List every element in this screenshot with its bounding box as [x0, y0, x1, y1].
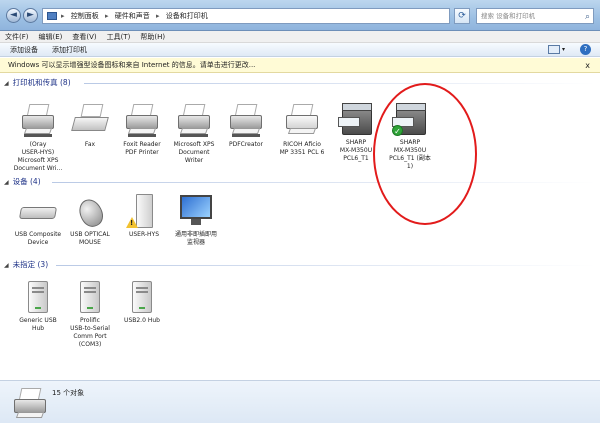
- group-title: 打印机和传真 (8): [12, 78, 71, 87]
- close-icon[interactable]: x: [585, 58, 590, 73]
- collapse-triangle-icon[interactable]: ◢: [4, 78, 9, 90]
- devices-content: ◢ 打印机和传真 (8) (Oray USER-HYS) Microsoft XP…: [0, 73, 600, 380]
- divider: [52, 182, 596, 183]
- usb-hub-icon: [122, 279, 162, 315]
- device-ricoh-aficio[interactable]: RICOH Aficio MP 3351 PCL 6: [274, 103, 330, 157]
- info-bar[interactable]: Windows 可以显示增强型设备图标和来自 Internet 的信息。请单击进…: [0, 58, 600, 73]
- search-placeholder: 搜索 设备和打印机: [481, 12, 536, 20]
- device-microsoft-xps-writer[interactable]: Microsoft XPS Document Writer: [166, 103, 222, 165]
- device-label: USER-HYS: [128, 231, 160, 238]
- device-label: PDFCreator: [228, 141, 264, 148]
- control-panel-icon: [47, 12, 57, 20]
- menu-help[interactable]: 帮助(H): [135, 31, 170, 43]
- device-generic-monitor[interactable]: 通用非即插即用 监视器: [168, 193, 224, 247]
- address-toolbar: ◄ ► ▸ 控制面板 ▸ 硬件和声音 ▸ 设备和打印机 ⟳ 搜索 设备和打印机 …: [0, 0, 600, 31]
- menu-view[interactable]: 查看(V): [67, 31, 101, 43]
- device-usb-composite[interactable]: USB Composite Device: [10, 193, 66, 247]
- device-foxit-pdf-printer[interactable]: Foxit Reader PDF Printer: [114, 103, 170, 157]
- breadcrumb-control-panel[interactable]: 控制面板: [71, 12, 99, 20]
- printer-icon: [174, 103, 214, 139]
- refresh-button[interactable]: ⟳: [454, 8, 470, 24]
- breadcrumb-hardware-sound[interactable]: 硬件和声音: [115, 12, 150, 20]
- device-sharp-mx-m350u[interactable]: SHARP MX-M350U PCL6_T1: [328, 101, 384, 163]
- divider: [56, 265, 596, 266]
- group-header-devices[interactable]: ◢ 设备 (4): [4, 176, 596, 188]
- search-icon[interactable]: ⌕: [585, 10, 590, 24]
- device-label: USB Composite Device: [14, 231, 62, 246]
- device-label: Fax: [84, 141, 96, 148]
- multifunction-printer-icon: ✓: [390, 101, 430, 137]
- breadcrumb-separator: ▸: [104, 12, 109, 20]
- device-pdfcreator[interactable]: PDFCreator: [218, 103, 274, 149]
- device-label: USB2.0 Hub: [124, 317, 160, 324]
- printer-icon: [226, 103, 266, 139]
- breadcrumb-separator: ▸: [61, 12, 65, 20]
- help-icon[interactable]: ?: [580, 44, 591, 55]
- forward-button[interactable]: ►: [23, 8, 38, 23]
- device-sharp-mx-m350u-copy[interactable]: ✓ SHARP MX-M350U PCL6_T1 (副本 1): [382, 101, 438, 171]
- divider: [84, 83, 596, 84]
- device-generic-usb-hub[interactable]: Generic USB Hub: [10, 279, 66, 333]
- device-label: RICOH Aficio MP 3351 PCL 6: [279, 141, 325, 156]
- printer-fax-icon: [12, 387, 46, 418]
- search-input[interactable]: 搜索 设备和打印机 ⌕: [476, 8, 594, 24]
- collapse-triangle-icon[interactable]: ◢: [4, 260, 9, 272]
- mouse-icon: [70, 193, 110, 231]
- device-label: Generic USB Hub: [19, 317, 57, 332]
- device-printer-oray-xps[interactable]: (Oray USER-HYS) Microsoft XPS Document W…: [10, 103, 66, 173]
- device-label: Foxit Reader PDF Printer: [123, 141, 161, 156]
- device-label: SHARP MX-M350U PCL6_T1: [339, 139, 373, 162]
- device-usb2-hub[interactable]: USB2.0 Hub: [114, 279, 170, 325]
- group-header-unspecified[interactable]: ◢ 未指定 (3): [4, 259, 596, 271]
- device-fax[interactable]: Fax: [62, 103, 118, 149]
- multifunction-printer-icon: [336, 101, 376, 137]
- printer-icon: [282, 103, 322, 139]
- add-device-button[interactable]: 添加设备: [10, 43, 38, 57]
- group-header-printers[interactable]: ◢ 打印机和传真 (8): [4, 77, 596, 89]
- printer-icon: [122, 103, 162, 139]
- group-title: 未指定 (3): [12, 260, 49, 269]
- device-usb-optical-mouse[interactable]: USB OPTICAL MOUSE: [62, 193, 118, 247]
- computer-tower-icon: !: [124, 193, 164, 229]
- info-bar-text: Windows 可以显示增强型设备图标和来自 Internet 的信息。请单击进…: [8, 61, 256, 69]
- monitor-icon: [176, 193, 216, 229]
- breadcrumb-separator: ▸: [155, 12, 160, 20]
- default-printer-check-icon: ✓: [392, 125, 403, 136]
- view-dropdown-icon[interactable]: ▾: [562, 43, 565, 57]
- usb-hub-icon: [18, 279, 58, 315]
- view-options-icon[interactable]: [548, 45, 560, 54]
- menu-file[interactable]: 文件(F): [0, 31, 34, 43]
- command-bar: 添加设备 添加打印机 ▾ ?: [0, 43, 600, 57]
- device-user-hys[interactable]: ! USER-HYS: [116, 193, 172, 239]
- menu-bar: 文件(F) 编辑(E) 查看(V) 工具(T) 帮助(H): [0, 31, 600, 43]
- usb-serial-icon: [70, 279, 110, 315]
- device-prolific-usb-serial[interactable]: Prolific USB-to-Serial Comm Port (COM3): [62, 279, 118, 349]
- collapse-triangle-icon[interactable]: ◢: [4, 177, 9, 189]
- details-pane: 15 个对象: [0, 380, 600, 423]
- back-button[interactable]: ◄: [6, 8, 21, 23]
- device-label: SHARP MX-M350U PCL6_T1 (副本 1): [389, 139, 431, 170]
- fax-icon: [70, 103, 110, 139]
- device-label: USB OPTICAL MOUSE: [70, 231, 110, 246]
- device-label: 通用非即插即用 监视器: [174, 231, 217, 246]
- breadcrumb-devices-printers[interactable]: 设备和打印机: [166, 12, 208, 20]
- object-count: 15 个对象: [52, 389, 85, 397]
- menu-tools[interactable]: 工具(T): [102, 31, 136, 43]
- device-label: Microsoft XPS Document Writer: [173, 141, 215, 164]
- add-printer-button[interactable]: 添加打印机: [52, 43, 87, 57]
- keyboard-icon: [18, 193, 58, 229]
- group-title: 设备 (4): [12, 177, 41, 186]
- device-label: Prolific USB-to-Serial Comm Port (COM3): [70, 317, 110, 348]
- printer-icon: [18, 103, 58, 139]
- menu-edit[interactable]: 编辑(E): [34, 31, 68, 43]
- device-label: (Oray USER-HYS) Microsoft XPS Document W…: [13, 141, 63, 172]
- address-bar[interactable]: ▸ 控制面板 ▸ 硬件和声音 ▸ 设备和打印机: [42, 8, 450, 24]
